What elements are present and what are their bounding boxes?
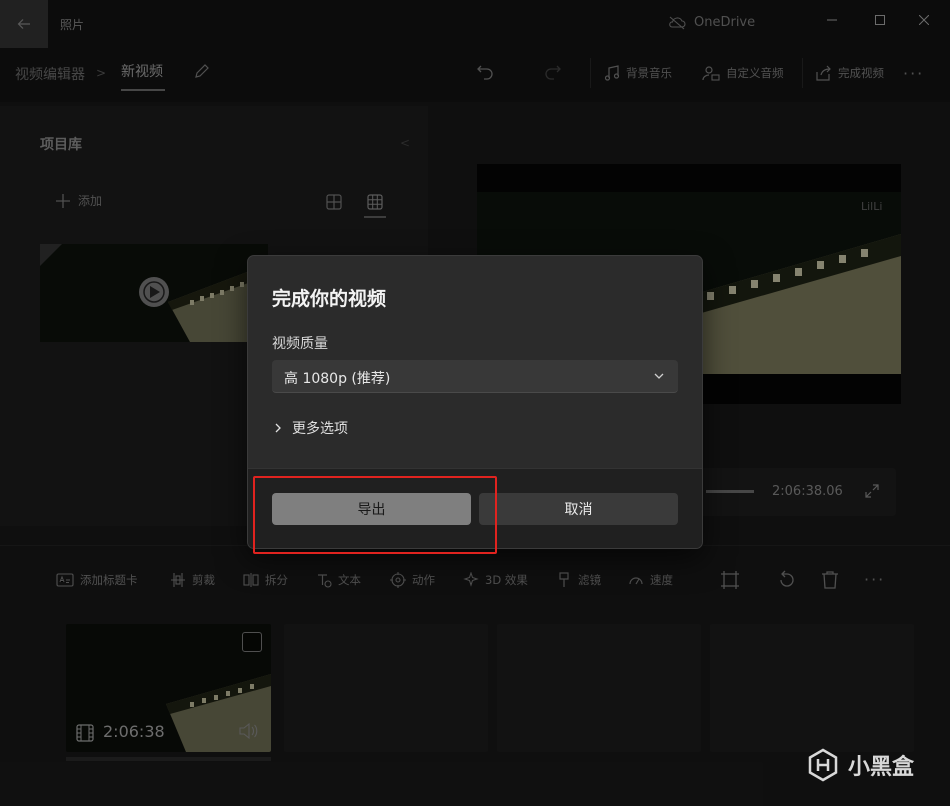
export-highlight-box (253, 476, 497, 554)
more-options-label: 更多选项 (292, 421, 348, 437)
chevron-down-icon (654, 373, 664, 379)
heybox-logo-icon (808, 748, 838, 782)
cancel-button[interactable]: 取消 (479, 493, 678, 525)
video-quality-label: 视频质量 (272, 336, 328, 352)
more-options-toggle[interactable]: 更多选项 (274, 418, 348, 438)
chevron-right-icon (275, 423, 281, 433)
dialog-title: 完成你的视频 (272, 288, 387, 310)
watermark-brand: 小黑盒 (848, 755, 915, 780)
site-watermark: 小黑盒 (806, 748, 914, 782)
video-quality-select[interactable]: 高 1080p (推荐) (272, 360, 678, 393)
video-quality-value: 高 1080p (推荐) (284, 371, 391, 387)
